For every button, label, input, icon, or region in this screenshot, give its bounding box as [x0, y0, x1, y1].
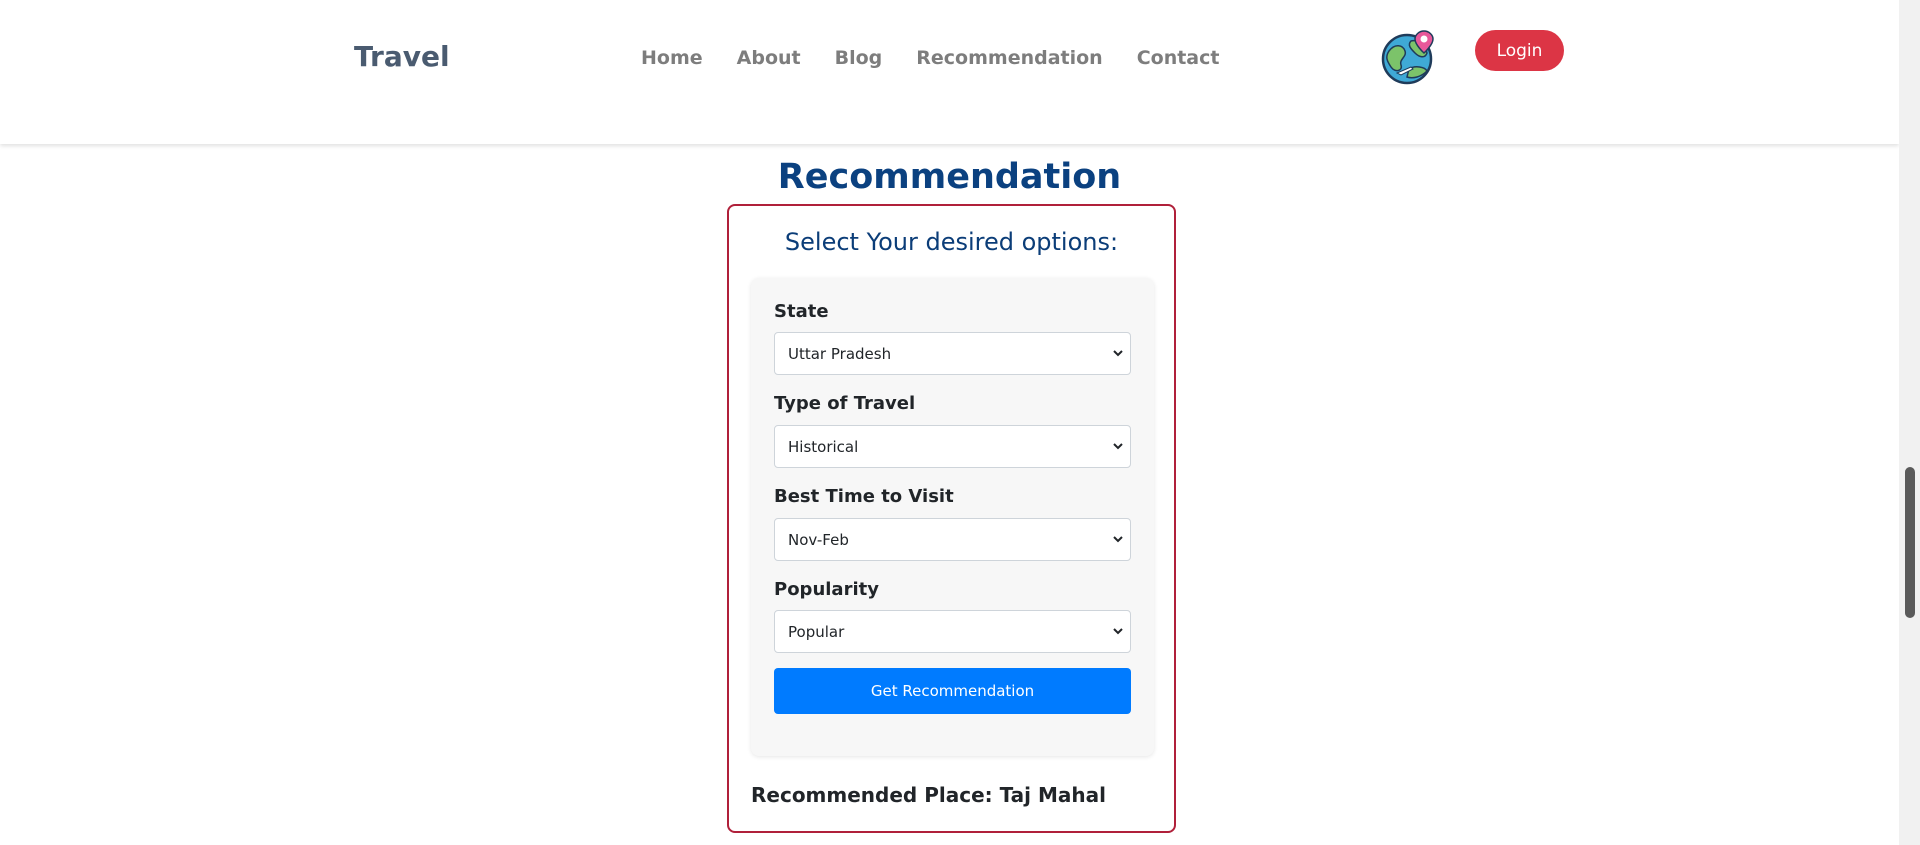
page-title: Recommendation [777, 157, 1122, 197]
card-subtitle: Select Your desired options: [784, 228, 1119, 256]
nav-link-blog[interactable]: Blog [835, 47, 883, 69]
nav-link-recommendation[interactable]: Recommendation [916, 47, 1102, 69]
login-button[interactable]: Login [1475, 30, 1564, 71]
get-recommendation-button[interactable]: Get Recommendation [774, 668, 1131, 714]
recommendation-form: State Uttar Pradesh Type of Travel Histo… [751, 278, 1154, 756]
chevron-down-icon [1113, 628, 1123, 635]
travel-type-select[interactable]: Historical [774, 425, 1131, 468]
nav-link-contact[interactable]: Contact [1137, 47, 1220, 69]
best-time-select-value: Nov-Feb [788, 531, 849, 549]
brand-logo-text[interactable]: Travel [354, 40, 450, 73]
nav-link-about[interactable]: About [737, 47, 801, 69]
travel-type-label: Type of Travel [774, 393, 916, 414]
scrollbar-thumb[interactable] [1905, 467, 1915, 618]
recommendation-card: Select Your desired options: State Uttar… [727, 204, 1176, 833]
chevron-down-icon [1113, 536, 1123, 543]
scrollbar-track[interactable] [1899, 0, 1920, 845]
state-label: State [774, 301, 829, 322]
navbar: Travel Home About Blog Recommendation Co… [0, 0, 1899, 144]
state-select[interactable]: Uttar Pradesh [774, 332, 1131, 375]
chevron-down-icon [1113, 350, 1123, 357]
chevron-down-icon [1113, 443, 1123, 450]
popularity-label: Popularity [774, 579, 879, 600]
popularity-select[interactable]: Popular [774, 610, 1131, 653]
globe-map-pin-icon [1381, 29, 1437, 85]
nav-link-home[interactable]: Home [641, 47, 703, 69]
recommended-place-result: Recommended Place: Taj Mahal [751, 783, 1106, 807]
best-time-select[interactable]: Nov-Feb [774, 518, 1131, 561]
travel-type-select-value: Historical [788, 438, 859, 456]
best-time-label: Best Time to Visit [774, 486, 954, 507]
state-select-value: Uttar Pradesh [788, 345, 892, 363]
nav-links: Home About Blog Recommendation Contact [641, 47, 1219, 69]
popularity-select-value: Popular [788, 623, 845, 641]
